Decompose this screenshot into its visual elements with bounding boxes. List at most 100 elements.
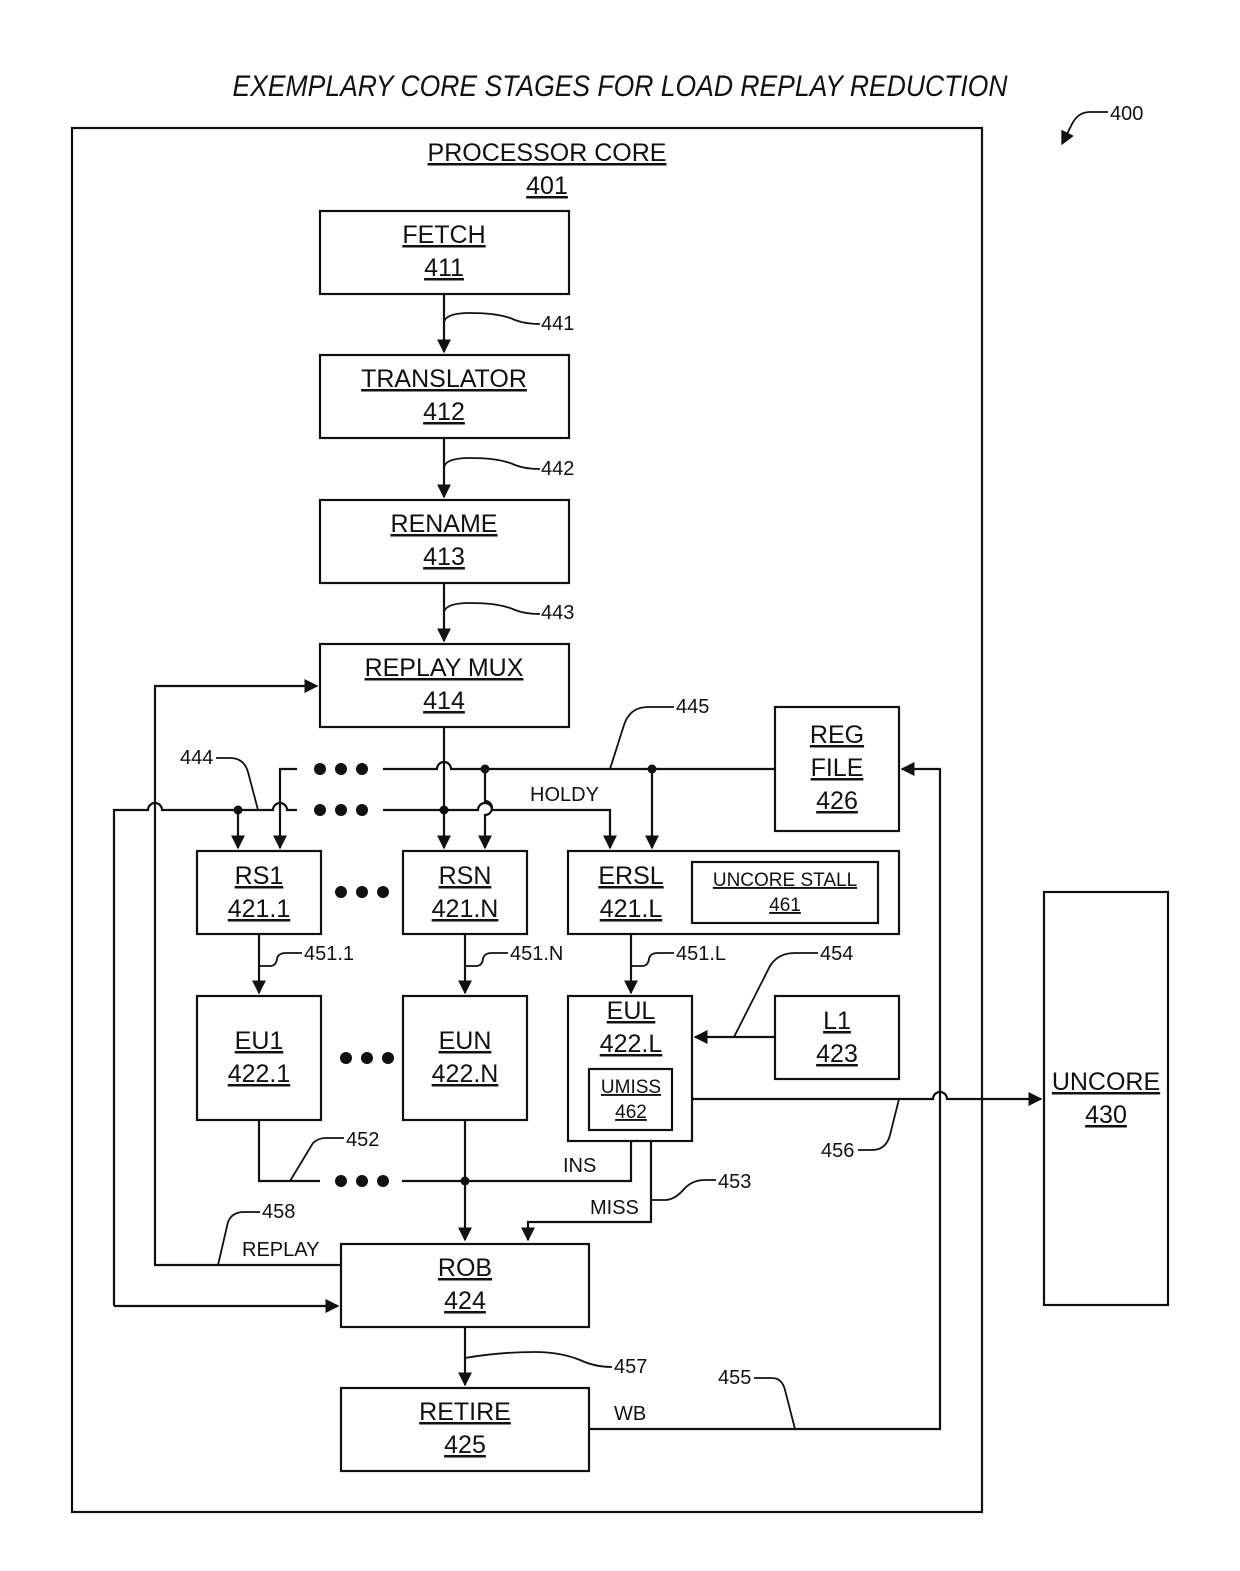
svg-text:REG: REG (810, 721, 864, 749)
ref-442: 442 (443, 457, 574, 480)
block-replay-mux[interactable]: REPLAY MUX 414 (318, 642, 571, 729)
block-uncore-stall[interactable]: UNCORE STALL 461 (690, 860, 880, 925)
svg-text:456: 456 (821, 1140, 854, 1162)
svg-text:EUN: EUN (439, 1027, 492, 1055)
svg-text:458: 458 (262, 1201, 295, 1223)
block-retire[interactable]: RETIRE 425 (339, 1386, 591, 1473)
svg-text:442: 442 (541, 458, 574, 480)
svg-text:453: 453 (718, 1171, 751, 1193)
ref-441: 441 (443, 312, 574, 335)
ref-453: 453 (651, 1171, 751, 1201)
junction-dot (460, 1176, 470, 1186)
svg-text:RENAME: RENAME (391, 510, 498, 538)
bus-445-upper (383, 760, 775, 771)
block-rs1[interactable]: RS1 421.1 (195, 849, 323, 936)
svg-text:RSN: RSN (439, 862, 492, 890)
block-eun[interactable]: EUN 422.N (401, 994, 529, 1122)
bus-444-right (383, 801, 617, 850)
ref-451-n: 451.N (465, 943, 563, 967)
svg-text:ERSL: ERSL (598, 862, 663, 890)
svg-text:426: 426 (816, 787, 858, 815)
svg-text:412: 412 (423, 398, 465, 426)
ref-444: 444 (180, 747, 259, 811)
svg-text:422.L: 422.L (600, 1030, 663, 1058)
svg-text:414: 414 (423, 687, 465, 715)
block-reg-file[interactable]: REG FILE 426 (773, 705, 901, 833)
svg-text:451.1: 451.1 (304, 943, 354, 965)
block-fetch[interactable]: FETCH 411 (318, 209, 571, 296)
svg-text:411: 411 (424, 254, 464, 282)
svg-text:455: 455 (718, 1367, 751, 1389)
svg-text:UMISS: UMISS (601, 1077, 661, 1098)
block-rsn[interactable]: RSN 421.N (401, 849, 529, 936)
wire-452-eu1 (257, 1120, 320, 1183)
svg-text:445: 445 (676, 696, 709, 718)
signal-label-replay: REPLAY (242, 1239, 319, 1261)
ref-451-1: 451.1 (259, 943, 354, 967)
svg-text:422.N: 422.N (432, 1060, 499, 1088)
eu-output-ellipsis (335, 1175, 389, 1187)
svg-text:EUL: EUL (607, 997, 656, 1025)
junction-dot (480, 764, 490, 774)
eu-ellipsis (340, 1052, 394, 1064)
svg-text:TRANSLATOR: TRANSLATOR (361, 365, 527, 393)
bus-ellipsis-lower (314, 804, 368, 816)
svg-text:452: 452 (346, 1129, 379, 1151)
ref-455: 455 (718, 1367, 796, 1430)
svg-text:422.1: 422.1 (228, 1060, 291, 1088)
svg-text:451.N: 451.N (510, 943, 563, 965)
svg-text:413: 413 (423, 543, 465, 571)
wire-456 (682, 1090, 1043, 1106)
svg-text:424: 424 (444, 1287, 486, 1315)
ref-452: 452 (289, 1129, 379, 1182)
processor-core-ref: 401 (526, 172, 568, 200)
diagram-title: EXEMPLARY CORE STAGES FOR LOAD REPLAY RE… (233, 70, 1008, 103)
core-stages-diagram: EXEMPLARY CORE STAGES FOR LOAD REPLAY RE… (70, 70, 1170, 1514)
svg-text:REPLAY MUX: REPLAY MUX (365, 654, 524, 682)
svg-text:EU1: EU1 (235, 1027, 284, 1055)
signal-label-miss: MISS (590, 1197, 639, 1219)
svg-text:425: 425 (444, 1431, 486, 1459)
svg-text:ROB: ROB (438, 1254, 492, 1282)
svg-text:421.L: 421.L (600, 895, 663, 923)
signal-label-wb: WB (614, 1403, 646, 1425)
ref-456: 456 (821, 1098, 900, 1162)
svg-text:RS1: RS1 (235, 862, 284, 890)
processor-core-label: PROCESSOR CORE (428, 139, 667, 167)
signal-label-holdy: HOLDY (530, 784, 599, 806)
svg-text:441: 441 (541, 313, 574, 335)
ref-445: 445 (609, 696, 709, 770)
block-eu1[interactable]: EU1 422.1 (195, 994, 323, 1122)
ref-443: 443 (443, 602, 574, 624)
bus-445-upper-left (273, 767, 297, 850)
figure-ref-400: 400 (1061, 103, 1143, 146)
bus-ellipsis-upper (314, 763, 368, 775)
svg-text:423: 423 (816, 1040, 858, 1068)
block-rob[interactable]: ROB 424 (339, 1242, 591, 1329)
junction-dot (647, 764, 657, 774)
block-umiss[interactable]: UMISS 462 (587, 1067, 674, 1132)
junction-dot (439, 805, 449, 815)
ref-451-l: 451.L (631, 943, 726, 967)
block-rename[interactable]: RENAME 413 (318, 498, 571, 585)
svg-text:443: 443 (541, 602, 574, 624)
block-uncore[interactable]: UNCORE 430 (1042, 890, 1170, 1307)
svg-text:457: 457 (614, 1356, 647, 1378)
wire-452-right (402, 1141, 633, 1183)
block-l1[interactable]: L1 423 (773, 994, 901, 1081)
svg-text:UNCORE: UNCORE (1052, 1068, 1160, 1096)
svg-text:L1: L1 (823, 1007, 851, 1035)
svg-text:421.N: 421.N (432, 895, 499, 923)
block-translator[interactable]: TRANSLATOR 412 (318, 353, 571, 440)
svg-text:444: 444 (180, 747, 213, 769)
svg-text:UNCORE STALL: UNCORE STALL (713, 870, 857, 891)
svg-text:462: 462 (615, 1102, 647, 1123)
svg-text:400: 400 (1110, 103, 1143, 125)
svg-text:RETIRE: RETIRE (419, 1398, 511, 1426)
svg-text:454: 454 (820, 943, 853, 965)
rs-ellipsis (335, 886, 389, 898)
svg-text:430: 430 (1085, 1101, 1127, 1129)
svg-text:421.1: 421.1 (228, 895, 291, 923)
svg-text:451.L: 451.L (676, 943, 726, 965)
svg-text:FETCH: FETCH (402, 221, 485, 249)
